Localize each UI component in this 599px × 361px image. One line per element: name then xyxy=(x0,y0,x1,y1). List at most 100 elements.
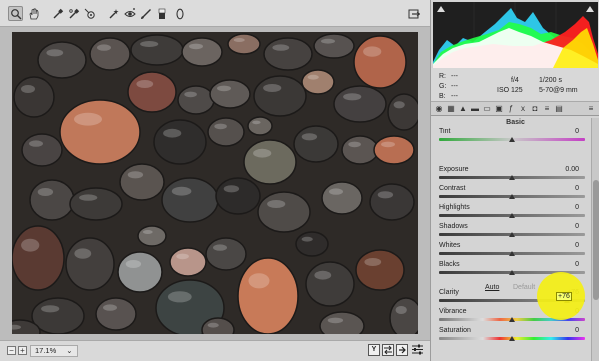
zoom-tool-button[interactable] xyxy=(8,6,23,21)
zoom-in-button[interactable]: + xyxy=(18,346,27,355)
image-preview[interactable] xyxy=(12,32,418,334)
basic-sliders: Auto Default Tint 0 Exposure 0.00 Contrast 0 H… xyxy=(431,128,591,361)
slider-thumb[interactable] xyxy=(509,270,515,275)
slider-label: Highlights xyxy=(439,204,470,211)
red-eye-icon xyxy=(123,7,136,17)
graduated-filter-icon xyxy=(158,8,165,19)
clarity-value-highlighted[interactable]: +76 xyxy=(556,292,572,301)
zoom-level-text: 17.1% xyxy=(35,346,57,355)
copy-arrow-icon xyxy=(399,346,406,354)
color-sampler-tool-button[interactable] xyxy=(66,6,81,21)
slider-label: Saturation xyxy=(439,327,471,334)
panel-menu-icon[interactable]: ≡ xyxy=(586,104,596,114)
slider-row-tint: Tint 0 xyxy=(439,128,585,147)
status-bar: − + 17.1% ⌄ Y xyxy=(0,340,430,361)
shadow-clipping-warning-icon[interactable] xyxy=(437,6,445,12)
slider-label: Contrast xyxy=(439,185,466,192)
brush-icon xyxy=(140,8,151,19)
r-value: --- xyxy=(451,73,458,80)
highlight-clipping-warning-icon[interactable] xyxy=(586,6,594,12)
eyedropper-icon xyxy=(53,8,63,18)
preview-area xyxy=(0,27,430,340)
slider-value[interactable]: 0 xyxy=(575,128,579,135)
zoom-out-button[interactable]: − xyxy=(7,346,16,355)
slider-thumb[interactable] xyxy=(509,213,515,218)
panel-scrollbar[interactable] xyxy=(591,118,599,361)
slider-label: Exposure xyxy=(439,166,469,173)
slider-value[interactable]: 0 xyxy=(575,223,579,230)
slider-row-contrast: Contrast 0 xyxy=(439,185,585,204)
red-eye-tool-button[interactable] xyxy=(122,6,137,21)
aperture-text: f/4 xyxy=(511,77,519,84)
slider-value[interactable]: 0 xyxy=(575,261,579,268)
b-value: --- xyxy=(451,93,458,100)
slider-thumb[interactable] xyxy=(509,336,515,341)
white-balance-tool-button[interactable] xyxy=(50,6,65,21)
hsl-tab-icon[interactable]: ▬ xyxy=(470,104,480,114)
slider-label: Shadows xyxy=(439,223,468,230)
slider-thumb[interactable] xyxy=(509,194,515,199)
radial-filter-tool-button[interactable] xyxy=(172,6,187,21)
camera-raw-window: − + 17.1% ⌄ Y R: --- G: --- B: --- f/4 1… xyxy=(0,0,599,361)
detail-tab-icon[interactable]: ▲ xyxy=(458,104,468,114)
slider-thumb[interactable] xyxy=(509,232,515,237)
slider-value[interactable]: 0 xyxy=(575,327,579,334)
slider-label: Blacks xyxy=(439,261,460,268)
adjustment-brush-tool-button[interactable] xyxy=(138,6,153,21)
slider-thumb[interactable] xyxy=(509,137,515,142)
slider-row-saturation: Saturation 0 xyxy=(439,327,585,346)
color-sampler-icon xyxy=(68,8,79,18)
lens-corrections-tab-icon[interactable]: ▣ xyxy=(494,104,504,114)
copy-settings-button[interactable] xyxy=(396,344,408,356)
shutter-text: 1/200 s xyxy=(539,77,562,84)
export-icon xyxy=(408,9,420,18)
before-after-view-button[interactable]: Y xyxy=(368,344,380,356)
slider-label: Whites xyxy=(439,242,461,249)
camera-calibration-tab-icon[interactable]: ◘ xyxy=(530,104,540,114)
b-label: B: xyxy=(439,93,446,100)
slider-value[interactable]: 0 xyxy=(575,185,579,192)
r-label: R: xyxy=(439,73,446,80)
slider-label: Tint xyxy=(439,128,451,135)
sliders-icon xyxy=(411,344,423,355)
slider-thumb[interactable] xyxy=(509,317,515,322)
magnifier-icon xyxy=(10,8,21,19)
tone-curve-tab-icon[interactable]: ▦ xyxy=(446,104,456,114)
lens-text: 5-70@9 mm xyxy=(539,87,578,94)
settings-toggle-button[interactable] xyxy=(411,344,423,356)
slider-row-highlights: Highlights 0 xyxy=(439,204,585,223)
photo-wet-stones xyxy=(12,32,418,334)
basic-tab-icon[interactable]: ◉ xyxy=(434,104,444,114)
target-adjust-icon xyxy=(84,8,95,19)
hand-icon xyxy=(29,7,38,19)
zoom-level-select[interactable]: 17.1% ⌄ xyxy=(30,345,78,357)
slider-row-exposure: Exposure 0.00 xyxy=(439,166,585,185)
split-toning-tab-icon[interactable]: ▭ xyxy=(482,104,492,114)
info-readout: R: --- G: --- B: --- f/4 1/200 s ISO 125… xyxy=(431,68,599,102)
spot-removal-tool-button[interactable] xyxy=(106,6,121,21)
g-label: G: xyxy=(439,83,447,90)
slider-thumb[interactable] xyxy=(509,251,515,256)
histogram xyxy=(433,2,598,68)
chevron-down-icon: ⌄ xyxy=(66,346,73,355)
panel-tabs: ◉ ▦ ▲ ▬ ▭ ▣ ƒ x ◘ ≡ ▤ ≡ xyxy=(431,102,599,116)
scroll-thumb[interactable] xyxy=(593,180,599,300)
graduated-filter-tool-button[interactable] xyxy=(154,6,169,21)
slider-row-whites: Whites 0 xyxy=(439,242,585,261)
slider-thumb[interactable] xyxy=(509,175,515,180)
targeted-adjustment-tool-button[interactable] xyxy=(82,6,97,21)
slider-value[interactable]: 0 xyxy=(575,204,579,211)
snapshots-tab-icon[interactable]: ▤ xyxy=(554,104,564,114)
swap-before-after-button[interactable] xyxy=(382,344,394,356)
effects-tab-icon[interactable]: ƒ xyxy=(506,104,516,114)
open-preferences-button[interactable] xyxy=(406,6,421,21)
g-value: --- xyxy=(451,83,458,90)
hand-tool-button[interactable] xyxy=(26,6,41,21)
slider-label: Clarity xyxy=(439,289,459,296)
swap-icon xyxy=(384,345,392,355)
fx-tab-icon[interactable]: x xyxy=(518,104,528,114)
slider-value[interactable]: 0.00 xyxy=(565,166,579,173)
slider-label: Vibrance xyxy=(439,308,467,315)
slider-value[interactable]: 0 xyxy=(575,242,579,249)
presets-tab-icon[interactable]: ≡ xyxy=(542,104,552,114)
